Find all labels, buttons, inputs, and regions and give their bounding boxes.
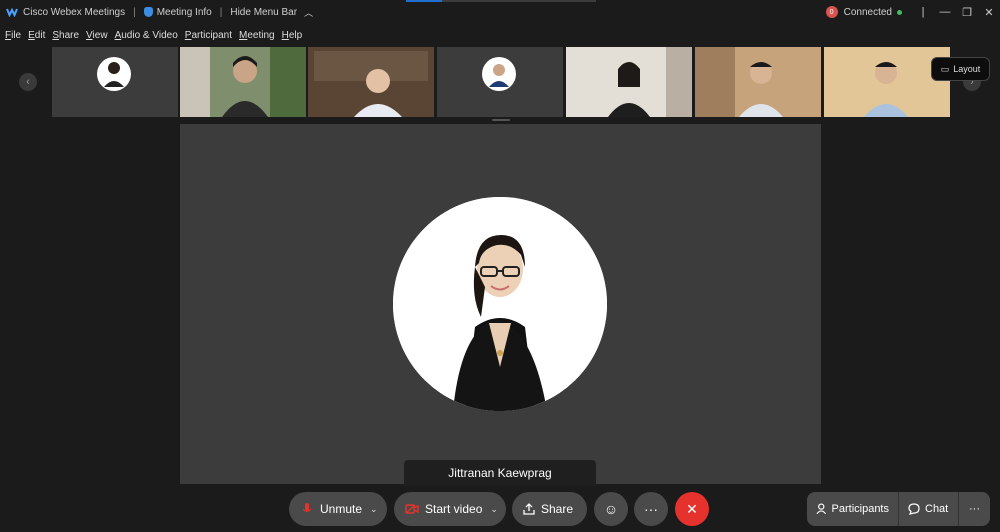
menu-help[interactable]: Help xyxy=(282,30,303,41)
layout-button[interactable]: ▭ Layout xyxy=(931,57,990,81)
app-name: Cisco Webex Meetings xyxy=(23,6,126,18)
smiley-icon: ☺ xyxy=(603,501,619,517)
meeting-info-button[interactable]: Meeting Info xyxy=(143,7,212,18)
connection-status: Connected xyxy=(843,6,892,18)
video-off-icon xyxy=(405,504,419,514)
chevron-down-icon[interactable]: ⌄ xyxy=(490,504,498,515)
start-video-button[interactable]: Start video ⌄ xyxy=(394,492,506,526)
active-speaker-name: Jittranan Kaewprag xyxy=(404,460,596,486)
participant-thumbnail[interactable] xyxy=(566,47,692,117)
menu-audio-video[interactable]: Audio & Video xyxy=(115,30,178,41)
participant-thumbnail[interactable] xyxy=(52,47,178,117)
app-title: Cisco Webex Meetings xyxy=(0,7,125,18)
unmute-control: Unmute ⌄ xyxy=(289,492,387,526)
chevron-down-icon[interactable]: ⌄ xyxy=(370,504,378,515)
person-icon xyxy=(816,503,827,515)
more-icon: ··· xyxy=(644,501,658,517)
menu-meeting[interactable]: Meeting xyxy=(239,30,275,41)
title-bar: Cisco Webex Meetings | Meeting Info | Hi… xyxy=(0,0,1000,24)
menu-edit[interactable]: Edit xyxy=(28,30,45,41)
pin-icon[interactable]: | xyxy=(912,6,934,18)
strip-prev-button[interactable]: ‹ xyxy=(19,73,37,91)
minimize-button[interactable]: — xyxy=(934,6,956,18)
record-badge[interactable]: 0 xyxy=(825,6,838,18)
video-control: Start video ⌄ xyxy=(394,492,506,526)
restore-button[interactable]: ❐ xyxy=(956,6,978,19)
share-button[interactable]: Share xyxy=(512,492,587,526)
menu-view[interactable]: View xyxy=(86,30,108,41)
titlebar-accent xyxy=(406,0,596,2)
share-icon xyxy=(523,503,535,515)
video-strip: ‹ › xyxy=(0,47,1000,117)
resize-handle[interactable] xyxy=(492,119,510,121)
more-icon: ··· xyxy=(969,503,980,515)
webex-logo-icon xyxy=(6,7,18,17)
share-control: Share xyxy=(512,492,587,526)
layout-grid-icon: ▭ xyxy=(940,63,950,74)
participant-thumbnail[interactable] xyxy=(824,47,950,117)
menu-file[interactable]: File xyxy=(5,30,21,41)
connected-dot-icon xyxy=(897,9,902,15)
menu-share[interactable]: Share xyxy=(52,30,79,41)
avatar xyxy=(97,57,131,91)
menu-participant[interactable]: Participant xyxy=(185,30,232,41)
participants-button[interactable]: Participants xyxy=(807,492,899,526)
participant-thumbnail[interactable] xyxy=(180,47,306,117)
chevron-up-icon: ︿ xyxy=(304,7,314,18)
close-button[interactable]: ✕ xyxy=(978,6,1000,19)
hide-menu-bar-button[interactable]: Hide Menu Bar ︿ xyxy=(230,6,313,19)
participant-thumbnail[interactable] xyxy=(695,47,821,117)
menu-bar: File Edit Share View Audio & Video Parti… xyxy=(0,27,302,43)
participant-thumbnail[interactable] xyxy=(437,47,563,117)
participant-thumbnail[interactable] xyxy=(308,47,434,117)
leave-meeting-button[interactable]: ✕ xyxy=(675,492,709,526)
shield-icon xyxy=(143,7,153,17)
more-panels-button[interactable]: ··· xyxy=(959,492,990,526)
chat-bubble-icon xyxy=(908,503,920,515)
panel-toggle-group: Participants Chat ··· xyxy=(807,492,990,526)
mic-muted-icon xyxy=(302,503,312,512)
more-options-button[interactable]: ··· xyxy=(634,492,668,526)
chat-button[interactable]: Chat xyxy=(899,492,959,526)
close-icon: ✕ xyxy=(686,500,698,517)
unmute-button[interactable]: Unmute ⌄ xyxy=(289,492,387,526)
active-speaker-avatar xyxy=(393,197,607,411)
reactions-button[interactable]: ☺ xyxy=(594,492,628,526)
